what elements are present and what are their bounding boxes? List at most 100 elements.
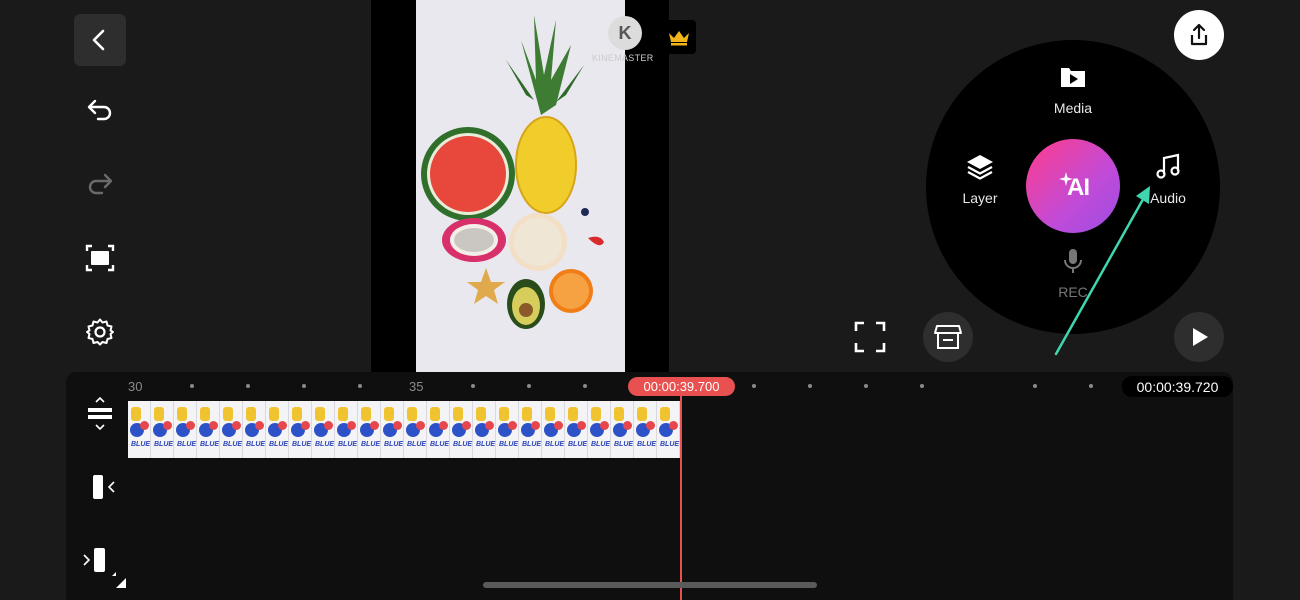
media-button[interactable]: Media (1041, 62, 1105, 116)
playhead-time: 00:00:39.700 (628, 377, 735, 396)
ruler-tick (471, 384, 475, 388)
expand-tracks-icon (88, 396, 112, 431)
layer-icon (967, 155, 993, 180)
clip-thumbnail-text: BLUE (545, 441, 565, 448)
annotation-arrow-icon (1054, 186, 1150, 356)
back-icon (92, 29, 105, 51)
capture-frame-button[interactable] (74, 232, 126, 284)
clip-thumbnail-text: BLUE (223, 441, 243, 448)
clip-thumbnail: BLUE (197, 401, 220, 458)
clip-thumbnail-text: BLUE (246, 441, 266, 448)
timeline-scrollbar[interactable] (483, 582, 817, 588)
clip-thumbnail-text: BLUE (568, 441, 588, 448)
undo-icon (87, 99, 112, 121)
clip-thumbnail-text: BLUE (476, 441, 496, 448)
capture-icon (85, 244, 115, 272)
ruler-tick (864, 384, 868, 388)
asset-store-button[interactable] (923, 312, 973, 362)
export-button[interactable] (1174, 10, 1224, 60)
crown-icon (669, 31, 689, 46)
store-icon (934, 325, 962, 349)
ruler-tick (1089, 384, 1093, 388)
clip-thumbnail-text: BLUE (315, 441, 335, 448)
kinemaster-logo-icon: K (608, 16, 642, 50)
fullscreen-icon (854, 321, 886, 353)
clip-thumbnail-text: BLUE (200, 441, 220, 448)
ruler-tick (583, 384, 587, 388)
ruler-tick (358, 384, 362, 388)
clip-thumbnail-text: BLUE (660, 441, 680, 448)
end-time: 00:00:39.720 (1122, 376, 1233, 397)
clip-thumbnail-text: BLUE (269, 441, 289, 448)
clip-thumbnail: BLUE (220, 401, 243, 458)
settings-button[interactable] (74, 306, 126, 358)
clip-thumbnail: BLUE (381, 401, 404, 458)
clip-thumbnail-text: BLUE (361, 441, 381, 448)
premium-button[interactable] (662, 20, 696, 54)
ruler-label-30: 30 (128, 379, 143, 394)
clip-thumbnail-text: BLUE (614, 441, 634, 448)
layer-button[interactable]: Layer (950, 152, 1010, 206)
clip-thumbnail-text: BLUE (154, 441, 174, 448)
ruler-tick (808, 384, 812, 388)
clip-thumbnail: BLUE (266, 401, 289, 458)
clip-thumbnail-text: BLUE (591, 441, 611, 448)
clip-thumbnail-text: BLUE (177, 441, 197, 448)
trim-right-icon (83, 548, 116, 576)
clip-thumbnail: BLUE (519, 401, 542, 458)
corner-resize-icon (116, 578, 126, 588)
settings-icon (86, 318, 114, 346)
video-clip[interactable]: BLUE BLUE BLUE BLUE BLUE BLUE BLUE BLUE BLUE BLUE… (128, 401, 680, 458)
play-icon (1193, 328, 1208, 346)
ruler-tick (752, 384, 756, 388)
ruler-tick (527, 384, 531, 388)
clip-thumbnail: BLUE (151, 401, 174, 458)
clip-thumbnail: BLUE (289, 401, 312, 458)
clip-thumbnail-text: BLUE (384, 441, 404, 448)
clip-thumbnail: BLUE (450, 401, 473, 458)
ruler-tick (302, 384, 306, 388)
fullscreen-button[interactable] (845, 312, 895, 362)
clip-thumbnail-text: BLUE (453, 441, 473, 448)
clip-thumbnail-text: BLUE (338, 441, 358, 448)
clip-thumbnail: BLUE (404, 401, 427, 458)
music-note-icon (1156, 153, 1180, 179)
trim-start-button[interactable] (88, 472, 120, 502)
clip-thumbnail: BLUE (611, 401, 634, 458)
ruler-tick (1033, 384, 1037, 388)
clip-thumbnail: BLUE (634, 401, 657, 458)
clip-thumbnail-text: BLUE (522, 441, 542, 448)
ruler-tick (246, 384, 250, 388)
clip-thumbnail-text: BLUE (407, 441, 427, 448)
clip-thumbnail: BLUE (243, 401, 266, 458)
layer-label: Layer (962, 190, 998, 206)
trim-end-button[interactable] (80, 544, 116, 576)
ruler-tick (190, 384, 194, 388)
play-button[interactable] (1174, 312, 1224, 362)
clip-thumbnail: BLUE (312, 401, 335, 458)
clip-thumbnail: BLUE (657, 401, 680, 458)
clip-thumbnail: BLUE (542, 401, 565, 458)
watermark-label: KINEMASTER (592, 53, 654, 63)
clip-thumbnail-text: BLUE (292, 441, 312, 448)
clip-thumbnail: BLUE (358, 401, 381, 458)
ruler-label-35: 35 (409, 379, 424, 394)
clip-thumbnail: BLUE (565, 401, 588, 458)
redo-button[interactable] (74, 158, 126, 210)
clip-thumbnail: BLUE (473, 401, 496, 458)
back-button[interactable] (74, 14, 126, 66)
clip-thumbnail: BLUE (588, 401, 611, 458)
clip-thumbnail-text: BLUE (499, 441, 519, 448)
track-height-button[interactable] (84, 396, 116, 432)
media-label: Media (1053, 100, 1093, 116)
clip-thumbnail: BLUE (335, 401, 358, 458)
undo-button[interactable] (74, 84, 126, 136)
playhead-line[interactable] (680, 396, 682, 600)
redo-icon (88, 173, 113, 195)
clip-thumbnail: BLUE (496, 401, 519, 458)
clip-thumbnail-text: BLUE (430, 441, 450, 448)
clip-thumbnail: BLUE (174, 401, 197, 458)
clip-thumbnail-text: BLUE (131, 441, 151, 448)
clip-thumbnail-text: BLUE (637, 441, 657, 448)
clip-thumbnail: BLUE (427, 401, 450, 458)
